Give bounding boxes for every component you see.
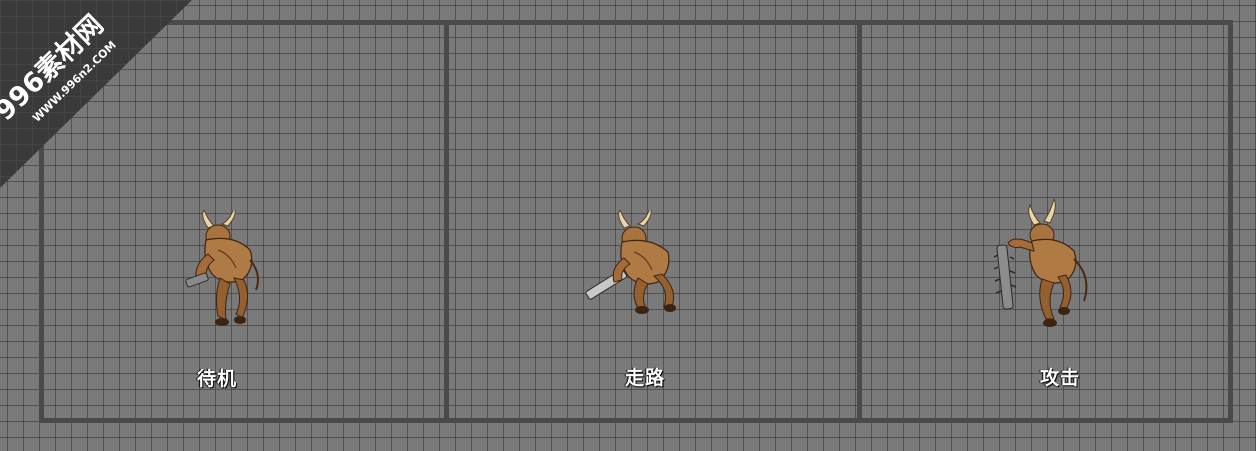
minotaur-attack-sprite <box>994 197 1088 327</box>
panel-label-idle: 待机 <box>196 368 237 390</box>
panel-attack: 攻击 <box>862 25 1228 418</box>
panel-label-walk: 走路 <box>624 367 665 389</box>
panel-label-attack: 攻击 <box>1039 367 1080 389</box>
minotaur-walk-sprite <box>585 210 676 314</box>
panel-walk: 走路 <box>449 25 857 418</box>
sprite-sheet-preview: 待机 走路 攻击 996素材网 WWW.996n2.COM <box>0 0 1256 451</box>
minotaur-idle-sprite <box>185 210 259 326</box>
site-watermark: 996素材网 WWW.996n2.COM <box>0 0 192 188</box>
